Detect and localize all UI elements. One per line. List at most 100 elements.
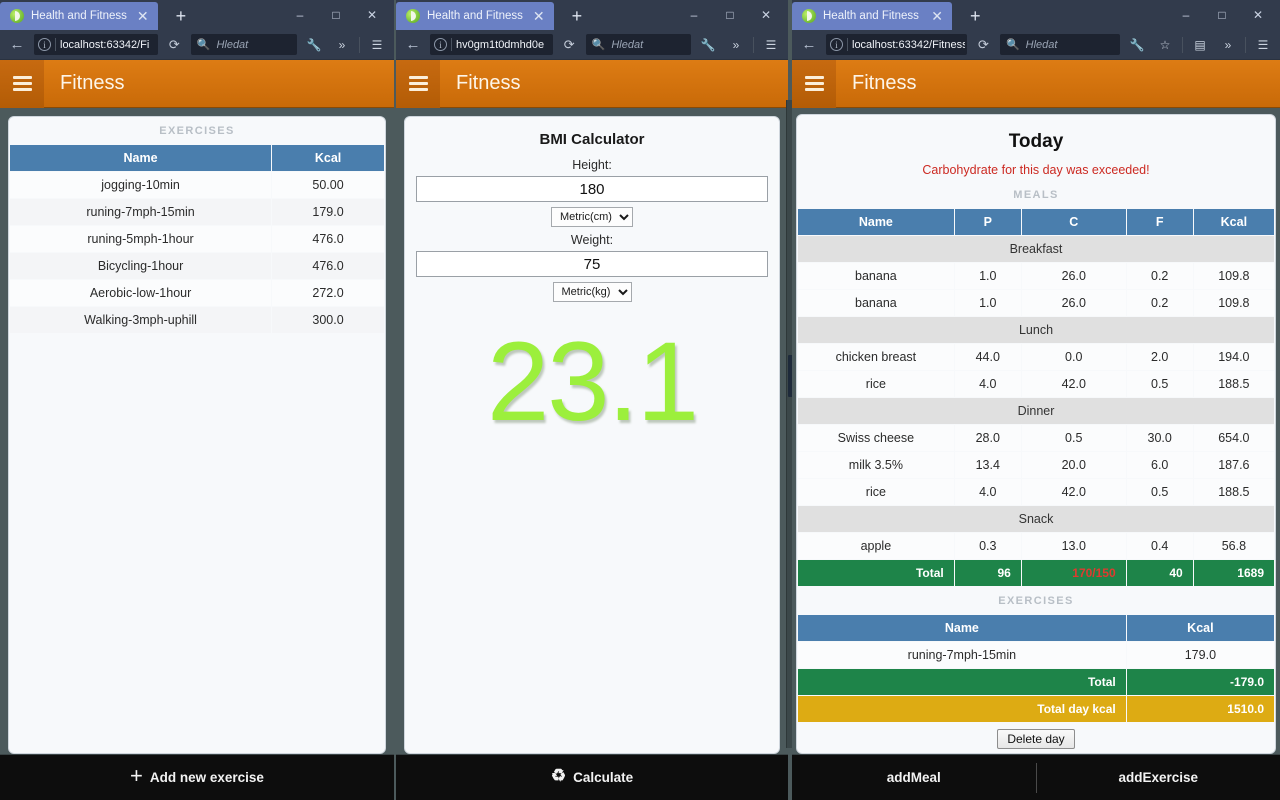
weight-unit-select[interactable]: Metric(kg) — [552, 282, 632, 302]
meals-section-label: MEALS — [1013, 189, 1059, 201]
meal-name: Swiss cheese — [798, 425, 954, 451]
add-exercise-button[interactable]: addExercise — [1037, 755, 1280, 800]
app-menu-icon[interactable] — [396, 59, 440, 108]
address-field-2[interactable]: i hv0gm1t0dmhd0e — [430, 34, 553, 55]
address-field-1[interactable]: i localhost:63342/Fi — [34, 34, 158, 55]
meal-kcal: 56.8 — [1193, 533, 1274, 559]
exercise-kcal: 300.0 — [272, 307, 384, 333]
exercise-name: runing-5mph-1hour — [10, 226, 272, 252]
table-row[interactable]: milk 3.5% 13.4 20.0 6.0 187.6 — [798, 452, 1274, 478]
meal-group-label: Lunch — [798, 317, 1274, 343]
search-placeholder: Hledat — [1025, 38, 1058, 51]
app-menu-icon[interactable] — [792, 59, 836, 108]
maximize-icon[interactable]: □ — [1204, 0, 1240, 30]
back-icon[interactable]: ← — [6, 36, 28, 53]
meal-c: 20.0 — [1021, 452, 1126, 478]
reload-icon[interactable]: ⟳ — [559, 37, 580, 53]
table-row[interactable]: Walking-3mph-uphill 300.0 — [10, 307, 384, 333]
address-text: localhost:63342/Fi — [60, 38, 150, 51]
exercises-section-label: EXERCISES — [159, 125, 235, 137]
table-row[interactable]: runing-5mph-1hour 476.0 — [10, 226, 384, 252]
new-tab-icon[interactable]: + — [566, 6, 589, 30]
table-row[interactable]: rice 4.0 42.0 0.5 188.5 — [798, 479, 1274, 505]
close-tab-icon[interactable]: ✕ — [530, 9, 548, 23]
close-window-icon[interactable]: ✕ — [354, 0, 390, 30]
meal-group-row: Breakfast — [798, 236, 1274, 262]
table-row[interactable]: banana 1.0 26.0 0.2 109.8 — [798, 290, 1274, 316]
height-input[interactable] — [416, 176, 768, 202]
chevrons-icon[interactable]: » — [331, 38, 353, 52]
new-tab-icon[interactable]: + — [964, 6, 987, 30]
weight-input[interactable] — [416, 251, 768, 277]
table-row[interactable]: runing-7mph-15min 179.0 — [798, 642, 1274, 668]
table-row[interactable]: Bicycling-1hour 476.0 — [10, 253, 384, 279]
app-menu-icon[interactable] — [0, 59, 44, 108]
bmi-result-value: 23.1 — [487, 319, 699, 444]
browser-tab-2[interactable]: Health and Fitness ✕ — [396, 2, 554, 30]
table-row[interactable]: rice 4.0 42.0 0.5 188.5 — [798, 371, 1274, 397]
star-icon[interactable]: ☆ — [1154, 38, 1176, 52]
table-row[interactable]: apple 0.3 13.0 0.4 56.8 — [798, 533, 1274, 559]
plus-icon: + — [130, 762, 143, 788]
back-icon[interactable]: ← — [798, 36, 820, 53]
browser-tab-1[interactable]: Health and Fitness ✕ — [0, 2, 158, 30]
address-text: localhost:63342/Fitness/app — [852, 38, 966, 51]
minimize-icon[interactable]: – — [1168, 0, 1204, 30]
add-new-exercise-label: Add new exercise — [149, 770, 264, 785]
search-field-2[interactable]: 🔍 Hledat — [585, 34, 691, 55]
browser-tab-3[interactable]: Health and Fitness ✕ — [792, 2, 952, 30]
table-row[interactable]: runing-7mph-15min 179.0 — [10, 199, 384, 225]
maximize-icon[interactable]: □ — [318, 0, 354, 30]
close-tab-icon[interactable]: ✕ — [134, 9, 152, 23]
search-field-3[interactable]: 🔍 Hledat — [999, 34, 1120, 55]
delete-day-button[interactable]: Delete day — [997, 729, 1075, 749]
address-field-3[interactable]: i localhost:63342/Fitness/app — [826, 34, 968, 55]
minimize-icon[interactable]: – — [676, 0, 712, 30]
chevrons-icon[interactable]: » — [725, 38, 747, 52]
meal-kcal: 109.8 — [1193, 290, 1274, 316]
minimize-icon[interactable]: – — [282, 0, 318, 30]
chevrons-icon[interactable]: » — [1217, 38, 1239, 52]
table-row[interactable]: chicken breast 44.0 0.0 2.0 194.0 — [798, 344, 1274, 370]
address-divider — [451, 38, 452, 51]
table-row[interactable]: Swiss cheese 28.0 0.5 30.0 654.0 — [798, 425, 1274, 451]
close-window-icon[interactable]: ✕ — [1240, 0, 1276, 30]
meal-kcal: 109.8 — [1193, 263, 1274, 289]
search-placeholder: Hledat — [611, 38, 644, 51]
new-tab-icon[interactable]: + — [170, 6, 193, 30]
add-new-exercise-button[interactable]: + Add new exercise — [0, 755, 394, 800]
add-meal-button[interactable]: addMeal — [792, 755, 1036, 800]
url-bar-1: ← i localhost:63342/Fi ⟳ 🔍 Hledat 🔧 » ☰ — [0, 30, 394, 60]
meal-group-row: Lunch — [798, 317, 1274, 343]
table-header-row: Name Kcal — [798, 615, 1274, 641]
table-row[interactable]: jogging-10min 50.00 — [10, 172, 384, 198]
meals-total-row: Total 96 170/150 40 1689 — [798, 560, 1274, 586]
meal-name: rice — [798, 479, 954, 505]
reload-icon[interactable]: ⟳ — [973, 37, 994, 53]
menu-icon[interactable]: ☰ — [366, 38, 388, 52]
calculate-button[interactable]: ♻ Calculate — [396, 755, 788, 800]
wrench-icon[interactable]: 🔧 — [303, 38, 325, 52]
exercise-kcal: 476.0 — [272, 253, 384, 279]
tab-title: Health and Fitness — [427, 10, 523, 22]
meal-name: milk 3.5% — [798, 452, 954, 478]
back-icon[interactable]: ← — [402, 36, 424, 53]
exercise-kcal: 272.0 — [272, 280, 384, 306]
wrench-icon[interactable]: 🔧 — [1126, 38, 1148, 52]
height-unit-select[interactable]: Metric(cm) — [551, 207, 633, 227]
close-window-icon[interactable]: ✕ — [748, 0, 784, 30]
search-field-1[interactable]: 🔍 Hledat — [190, 34, 297, 55]
menu-icon[interactable]: ☰ — [1252, 38, 1274, 52]
maximize-icon[interactable]: □ — [712, 0, 748, 30]
column-header-kcal: Kcal — [1126, 615, 1274, 641]
table-row[interactable]: banana 1.0 26.0 0.2 109.8 — [798, 263, 1274, 289]
clipboard-icon[interactable]: ▤ — [1189, 38, 1211, 52]
wrench-icon[interactable]: 🔧 — [697, 38, 719, 52]
close-tab-icon[interactable]: ✕ — [928, 9, 946, 23]
meal-p: 13.4 — [954, 452, 1021, 478]
exercise-kcal: 179.0 — [272, 199, 384, 225]
meal-f: 0.2 — [1126, 290, 1193, 316]
table-row[interactable]: Aerobic-low-1hour 272.0 — [10, 280, 384, 306]
reload-icon[interactable]: ⟳ — [164, 37, 185, 53]
menu-icon[interactable]: ☰ — [760, 38, 782, 52]
